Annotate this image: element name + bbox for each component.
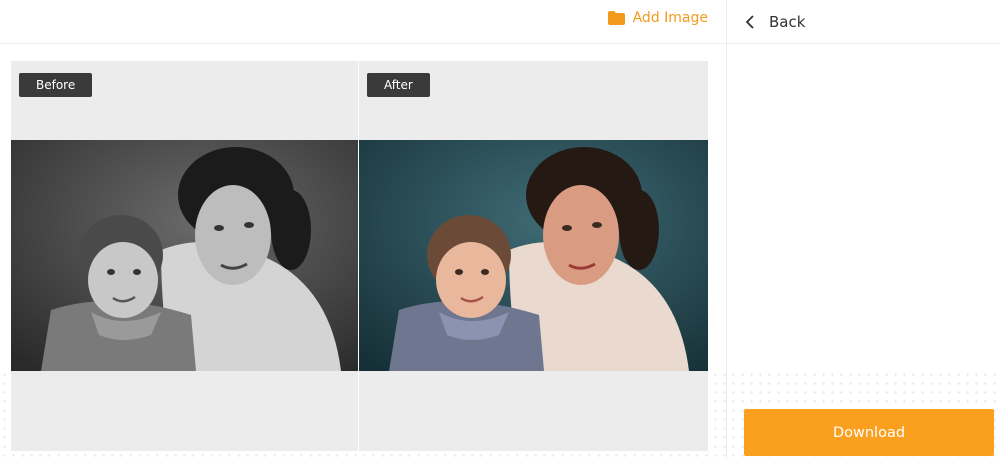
chevron-left-icon — [745, 14, 754, 29]
back-label: Back — [769, 12, 806, 31]
after-photo — [359, 140, 708, 371]
folder-icon — [607, 11, 625, 25]
before-photo — [11, 140, 358, 371]
after-pane: After — [359, 61, 708, 451]
back-button[interactable]: Back — [727, 0, 1000, 44]
top-toolbar: Add Image — [0, 0, 726, 44]
compare-view: Before After — [11, 61, 708, 451]
before-pane: Before — [11, 61, 358, 451]
add-image-label: Add Image — [632, 10, 708, 26]
right-panel: Back Download — [726, 0, 1000, 460]
app-root: Add Image Back Download Before After — [0, 0, 1000, 460]
before-badge: Before — [19, 73, 93, 97]
download-button[interactable]: Download — [744, 409, 994, 456]
after-badge: After — [367, 73, 430, 97]
add-image-button[interactable]: Add Image — [607, 8, 708, 28]
